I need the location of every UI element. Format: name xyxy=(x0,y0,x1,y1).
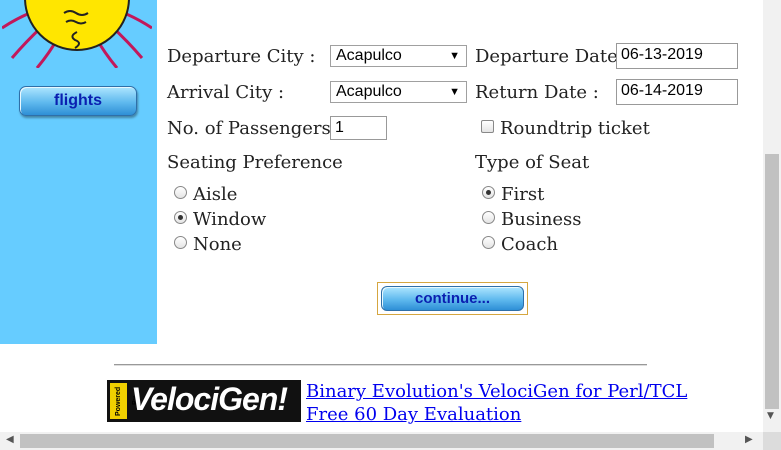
seating-none-radio[interactable] xyxy=(174,236,187,249)
seat-first-label: First xyxy=(501,184,545,205)
continue-button-label: continue... xyxy=(381,286,524,311)
seat-type-title: Type of Seat xyxy=(475,152,590,173)
roundtrip-label: Roundtrip ticket xyxy=(500,118,650,139)
horizontal-scrollbar[interactable]: ◀ ▶ xyxy=(0,432,763,450)
seating-aisle-radio[interactable] xyxy=(174,186,187,199)
seating-window-radio[interactable] xyxy=(174,211,187,224)
sidebar: flights xyxy=(0,0,157,344)
seat-first-radio[interactable] xyxy=(482,186,495,199)
divider xyxy=(114,364,647,366)
dropdown-arrow-icon: ▼ xyxy=(449,50,460,62)
departure-date-label: Departure Date : xyxy=(475,46,630,67)
departure-city-value: Acapulco xyxy=(336,47,402,64)
seating-none-label: None xyxy=(193,234,242,255)
scroll-left-arrow-icon[interactable]: ◀ xyxy=(6,434,14,445)
arrival-city-value: Acapulco xyxy=(336,83,402,100)
velocigen-link[interactable]: Binary Evolution's VelociGen for Perl/TC… xyxy=(306,381,687,402)
scroll-down-arrow-icon[interactable]: ▼ xyxy=(767,411,774,421)
velocigen-logo-text: VelociGen! xyxy=(131,381,288,417)
departure-date-input[interactable]: 06-13-2019 xyxy=(616,43,738,69)
flights-button[interactable]: flights xyxy=(19,86,137,116)
powered-by-badge: Powered By xyxy=(110,383,139,419)
departure-city-label: Departure City : xyxy=(167,46,316,67)
seating-window-label: Window xyxy=(193,209,267,230)
seating-aisle-label: Aisle xyxy=(193,184,238,205)
passengers-label: No. of Passengers : xyxy=(167,118,343,139)
scroll-right-arrow-icon[interactable]: ▶ xyxy=(745,434,753,445)
seat-business-label: Business xyxy=(501,209,582,230)
vertical-scrollbar[interactable]: ▼ xyxy=(763,0,781,432)
dropdown-arrow-icon: ▼ xyxy=(449,86,460,98)
return-date-label: Return Date : xyxy=(475,82,599,103)
free-evaluation-link[interactable]: Free 60 Day Evaluation xyxy=(306,404,521,425)
return-date-input[interactable]: 06-14-2019 xyxy=(616,79,738,105)
horizontal-scroll-thumb[interactable] xyxy=(20,434,714,448)
arrival-city-select[interactable]: Acapulco ▼ xyxy=(330,81,467,103)
departure-city-select[interactable]: Acapulco ▼ xyxy=(330,45,467,67)
seating-preference-title: Seating Preference xyxy=(167,152,343,173)
roundtrip-checkbox[interactable] xyxy=(481,120,494,133)
velocigen-logo[interactable]: Powered By VelociGen! xyxy=(107,380,301,422)
scrollbar-corner xyxy=(763,432,781,450)
vertical-scroll-thumb[interactable] xyxy=(765,154,779,409)
seat-business-radio[interactable] xyxy=(482,211,495,224)
arrival-city-label: Arrival City : xyxy=(167,82,285,103)
seat-coach-label: Coach xyxy=(501,234,559,255)
sun-logo-icon xyxy=(2,0,152,68)
seat-coach-radio[interactable] xyxy=(482,236,495,249)
passengers-input[interactable]: 1 xyxy=(330,116,387,140)
continue-button[interactable]: continue... xyxy=(377,282,528,315)
